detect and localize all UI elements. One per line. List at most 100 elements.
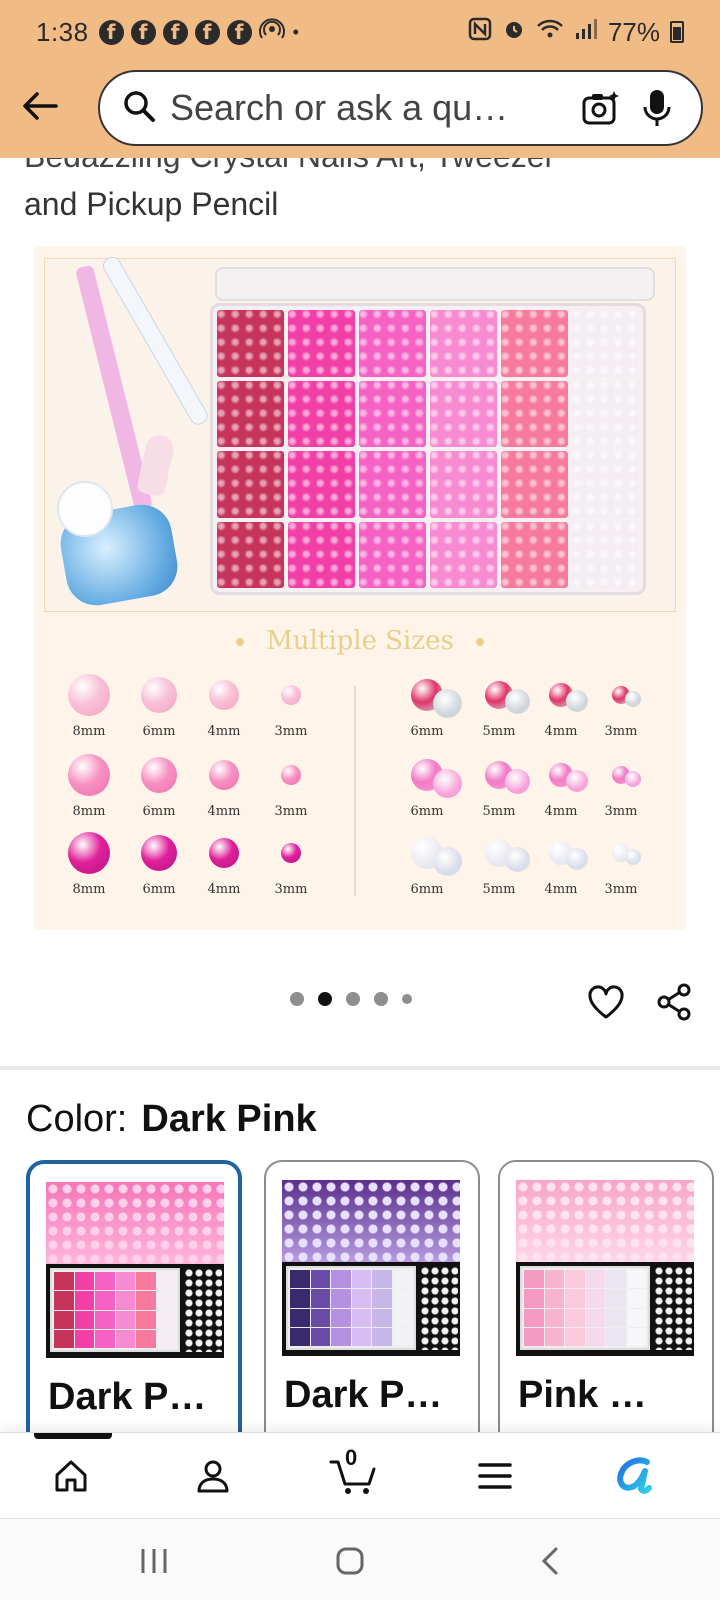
product-image[interactable]: Multiple Sizes 8mm 6mm 6mm 5mm 4mm 4mm 3mm 3mm 8… [34, 246, 686, 930]
size-label: 8mm [72, 724, 106, 739]
crystal-icon [565, 690, 588, 713]
color-variant-card[interactable]: Pink … [498, 1160, 714, 1460]
tray-compartment [572, 310, 639, 377]
back-arrow-icon [23, 92, 58, 120]
signal-icon [574, 17, 598, 48]
facebook-icon: f [226, 19, 252, 45]
color-value: Dark Pink [141, 1098, 317, 1140]
system-navigation [0, 1518, 720, 1600]
tray-compartment [501, 380, 568, 447]
recent-apps-icon [141, 1549, 167, 1573]
size-label: 6mm [142, 724, 176, 739]
share-icon [657, 983, 691, 1021]
product-photo [44, 254, 676, 612]
tray-compartment [501, 310, 568, 377]
size-label: 5mm [482, 724, 516, 739]
wifi-icon [536, 17, 564, 48]
variant-label: Pink … [518, 1374, 647, 1416]
size-label: 8mm [72, 882, 106, 897]
tray-compartment [572, 521, 639, 588]
tray-compartment [288, 310, 355, 377]
pearl-size-sample: 4mm [189, 752, 259, 819]
variant-thumbnail [46, 1182, 224, 1358]
rhinestone-tray [210, 303, 646, 595]
tray-compartment [572, 380, 639, 447]
crystal-size-sample: 5mm [464, 672, 534, 739]
app-header: 1:38 f f f f f • 77% [0, 0, 720, 158]
crystal-icon [433, 846, 463, 876]
microphone-icon[interactable] [635, 86, 679, 130]
variant-thumbnail [282, 1180, 460, 1356]
carousel-dot [346, 992, 360, 1006]
pearl-icon [68, 674, 110, 716]
tray-compartment [572, 451, 639, 518]
pearl-size-sample: 3mm [256, 830, 326, 897]
alarm-icon [502, 17, 526, 48]
pearl-icon [209, 680, 239, 710]
home-system-button[interactable] [328, 1539, 372, 1583]
status-time: 1:38 [36, 16, 89, 47]
tray-compartment [217, 521, 284, 588]
size-label: 4mm [207, 804, 241, 819]
tray-compartment [359, 521, 426, 588]
color-variant-card[interactable]: Dark P… [264, 1160, 480, 1460]
crystal-icon [433, 768, 463, 798]
size-label: 3mm [274, 882, 308, 897]
recent-apps-button[interactable] [132, 1539, 176, 1583]
pearl-size-sample: 3mm [256, 672, 326, 739]
tray-compartment [359, 451, 426, 518]
pearl-size-sample: 6mm [124, 672, 194, 739]
pearl-size-sample: 8mm [54, 830, 124, 897]
size-label: 5mm [482, 882, 516, 897]
pearl-size-sample: 4mm [189, 830, 259, 897]
search-bar[interactable] [98, 70, 703, 146]
carousel-dot [290, 992, 304, 1006]
size-label: 6mm [410, 882, 444, 897]
bottle-cap-image [57, 481, 113, 537]
pearl-icon [141, 677, 177, 713]
nav-home[interactable] [46, 1451, 96, 1501]
size-label: 3mm [604, 882, 638, 897]
nav-menu[interactable] [470, 1451, 520, 1501]
size-label: 4mm [207, 724, 241, 739]
search-icon [122, 89, 156, 128]
pearl-size-sample: 6mm [124, 830, 194, 897]
carousel-indicator [290, 992, 412, 1006]
battery-icon [670, 21, 684, 43]
tray-compartment [430, 310, 497, 377]
size-label: 3mm [274, 724, 308, 739]
variant-label: Dark P… [284, 1374, 443, 1416]
size-label: 6mm [410, 804, 444, 819]
size-label: 8mm [72, 804, 106, 819]
tray-compartment [288, 380, 355, 447]
search-input[interactable] [170, 87, 567, 129]
pearl-size-sample: 8mm [54, 752, 124, 819]
cart-count: 0 [345, 1445, 358, 1470]
nav-account[interactable] [188, 1451, 238, 1501]
nail-tip-image [136, 432, 176, 498]
back-system-button[interactable] [528, 1539, 572, 1583]
pearl-icon [281, 685, 301, 705]
pearl-icon [141, 757, 177, 793]
tray-compartment [217, 310, 284, 377]
camera-search-icon[interactable] [579, 86, 623, 130]
pearl-icon [141, 835, 177, 871]
size-label: 3mm [274, 804, 308, 819]
share-button[interactable] [652, 980, 696, 1024]
rufus-icon [617, 1457, 652, 1494]
tray-compartment [288, 451, 355, 518]
pearl-icon [281, 765, 301, 785]
nav-rufus[interactable] [610, 1451, 660, 1501]
tray-compartment [501, 451, 568, 518]
tray-lid [215, 267, 655, 301]
back-button[interactable] [18, 84, 62, 128]
nfc-icon [468, 17, 492, 48]
nav-cart[interactable]: 0 [328, 1445, 378, 1501]
crystal-size-sample: 6mm [392, 752, 463, 819]
wishlist-button[interactable] [584, 980, 628, 1024]
tray-compartment [359, 310, 426, 377]
color-variant-card[interactable]: Dark P… [26, 1160, 242, 1460]
hotspot-icon [258, 16, 285, 49]
color-selection: Color: Dark Pink [26, 1098, 317, 1141]
size-label: 6mm [410, 724, 444, 739]
